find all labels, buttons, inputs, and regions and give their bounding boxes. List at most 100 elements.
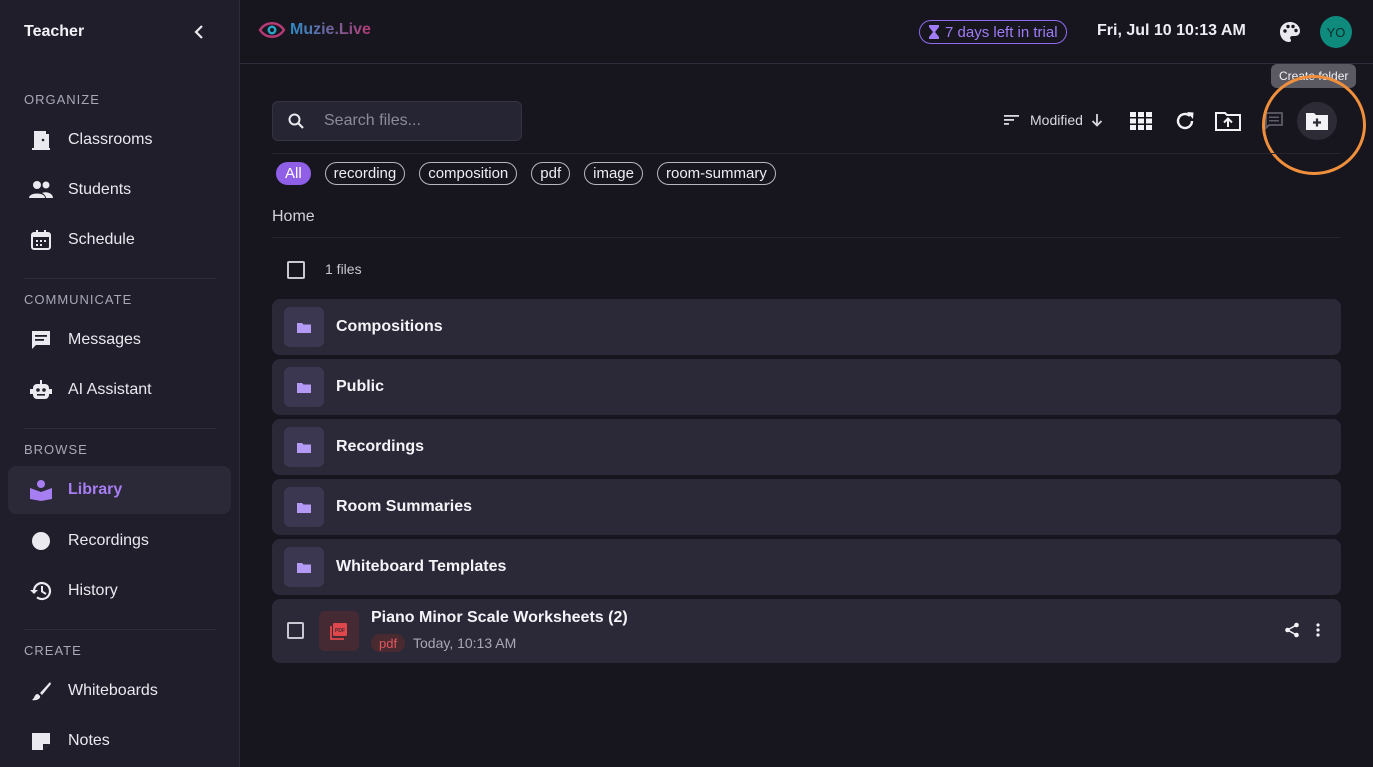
trial-badge[interactable]: 7 days left in trial — [919, 20, 1067, 44]
create-folder-button[interactable] — [1297, 102, 1337, 140]
comments-button[interactable] — [1261, 108, 1287, 134]
folder-icon — [284, 487, 324, 527]
sidebar-item-students[interactable]: Students — [8, 166, 231, 214]
folder-row[interactable]: Recordings — [272, 419, 1341, 475]
sidebar-divider — [24, 629, 216, 630]
folder-icon — [284, 307, 324, 347]
filter-chip-all[interactable]: All — [276, 162, 311, 185]
folder-plus-icon — [1306, 113, 1328, 130]
pdf-file-icon: PDF — [319, 611, 359, 651]
sidebar-item-label: Library — [68, 481, 123, 498]
history-icon — [28, 578, 54, 604]
record-icon — [28, 528, 54, 554]
section-label-communicate: COMMUNICATE — [24, 292, 133, 307]
file-checkbox[interactable] — [287, 622, 304, 639]
message-icon — [28, 327, 54, 353]
current-datetime: Fri, Jul 10 10:13 AM — [1097, 22, 1246, 39]
breadcrumb[interactable]: Home — [272, 208, 315, 226]
folder-icon — [284, 367, 324, 407]
filter-chips: All recording composition pdf image room… — [276, 162, 776, 185]
file-count: 1 files — [325, 261, 362, 277]
more-options-button[interactable] — [1310, 622, 1326, 640]
user-avatar[interactable]: YO — [1320, 16, 1352, 48]
divider — [272, 153, 1341, 154]
file-date: Today, 10:13 AM — [413, 635, 517, 651]
folder-name: Compositions — [336, 318, 443, 335]
folder-name: Recordings — [336, 438, 425, 455]
eye-logo-icon — [258, 22, 286, 38]
sidebar-divider — [24, 428, 216, 429]
svg-text:PDF: PDF — [335, 628, 345, 634]
folder-name: Public — [336, 378, 385, 395]
sort-label: Modified — [1030, 112, 1083, 128]
folder-row[interactable]: Whiteboard Templates — [272, 539, 1341, 595]
sidebar-title: Teacher — [24, 23, 85, 40]
comment-icon — [1265, 112, 1283, 131]
filter-chip-composition[interactable]: composition — [419, 162, 518, 185]
search-box[interactable] — [272, 101, 522, 141]
sidebar-item-notes[interactable]: Notes — [8, 717, 231, 765]
sidebar-item-messages[interactable]: Messages — [8, 316, 231, 364]
library-icon — [28, 477, 54, 503]
search-icon — [288, 113, 304, 129]
sidebar-item-label: Whiteboards — [68, 682, 158, 699]
search-input[interactable] — [324, 112, 504, 130]
trial-text: 7 days left in trial — [945, 23, 1058, 41]
sidebar-divider — [24, 278, 216, 279]
sidebar-item-recordings[interactable]: Recordings — [8, 517, 231, 565]
sidebar-item-label: AI Assistant — [68, 381, 152, 398]
sidebar-item-label: Schedule — [68, 231, 135, 248]
grid-view-button[interactable] — [1128, 108, 1154, 134]
theme-palette-button[interactable] — [1279, 21, 1301, 43]
arrow-down-icon — [1091, 114, 1103, 127]
sidebar-item-history[interactable]: History — [8, 567, 231, 615]
chevron-left-icon — [194, 25, 203, 39]
upload-folder-icon — [1215, 112, 1241, 131]
sidebar-item-whiteboards[interactable]: Whiteboards — [8, 667, 231, 715]
note-icon — [28, 728, 54, 754]
sidebar-item-classrooms[interactable]: Classrooms — [8, 116, 231, 164]
more-vertical-icon — [1316, 623, 1320, 637]
brush-icon — [28, 678, 54, 704]
filter-chip-room-summary[interactable]: room-summary — [656, 162, 776, 185]
create-folder-tooltip: Create folder — [1271, 64, 1357, 88]
sidebar-item-library[interactable]: Library — [8, 466, 231, 514]
sidebar-item-ai-assistant[interactable]: AI Assistant — [8, 366, 231, 414]
file-row[interactable]: PDF Piano Minor Scale Worksheets (2) pdf… — [272, 599, 1341, 663]
logo[interactable]: Muzie.Live — [258, 20, 371, 40]
select-all-checkbox[interactable] — [287, 261, 305, 279]
section-label-organize: ORGANIZE — [24, 92, 100, 107]
sidebar-item-label: History — [68, 582, 118, 599]
sidebar-item-schedule[interactable]: Schedule — [8, 216, 231, 264]
hourglass-icon — [929, 25, 939, 39]
logo-text: Muzie.Live — [290, 21, 371, 38]
folder-icon — [284, 547, 324, 587]
filter-chip-recording[interactable]: recording — [324, 162, 406, 185]
folder-row[interactable]: Public — [272, 359, 1341, 415]
sidebar-item-label: Messages — [68, 331, 141, 348]
folder-name: Room Summaries — [336, 498, 473, 515]
app-root: Teacher ORGANIZE Classrooms Students Sch… — [0, 0, 1373, 767]
share-icon — [1285, 622, 1299, 638]
sidebar-item-label: Classrooms — [68, 131, 153, 148]
folder-name: Whiteboard Templates — [336, 558, 507, 575]
grid-icon — [1130, 112, 1152, 130]
share-button[interactable] — [1284, 622, 1302, 640]
upload-button[interactable] — [1215, 108, 1241, 134]
filter-chip-pdf[interactable]: pdf — [531, 162, 571, 185]
sidebar-header: Teacher — [0, 0, 239, 64]
section-label-browse: BROWSE — [24, 442, 88, 457]
filter-chip-image[interactable]: image — [584, 162, 643, 185]
folder-row[interactable]: Room Summaries — [272, 479, 1341, 535]
palette-icon — [1280, 22, 1300, 42]
section-label-create: CREATE — [24, 643, 82, 658]
collapse-sidebar-button[interactable] — [189, 22, 209, 42]
sort-button[interactable]: Modified — [1004, 112, 1103, 128]
top-bar: Muzie.Live 7 days left in trial Fri, Jul… — [240, 0, 1373, 64]
divider — [272, 237, 1341, 238]
folder-row[interactable]: Compositions — [272, 299, 1341, 355]
robot-icon — [28, 377, 54, 403]
refresh-button[interactable] — [1172, 108, 1198, 134]
sort-lines-icon — [1004, 115, 1019, 125]
file-name: Piano Minor Scale Worksheets (2) — [371, 609, 628, 626]
